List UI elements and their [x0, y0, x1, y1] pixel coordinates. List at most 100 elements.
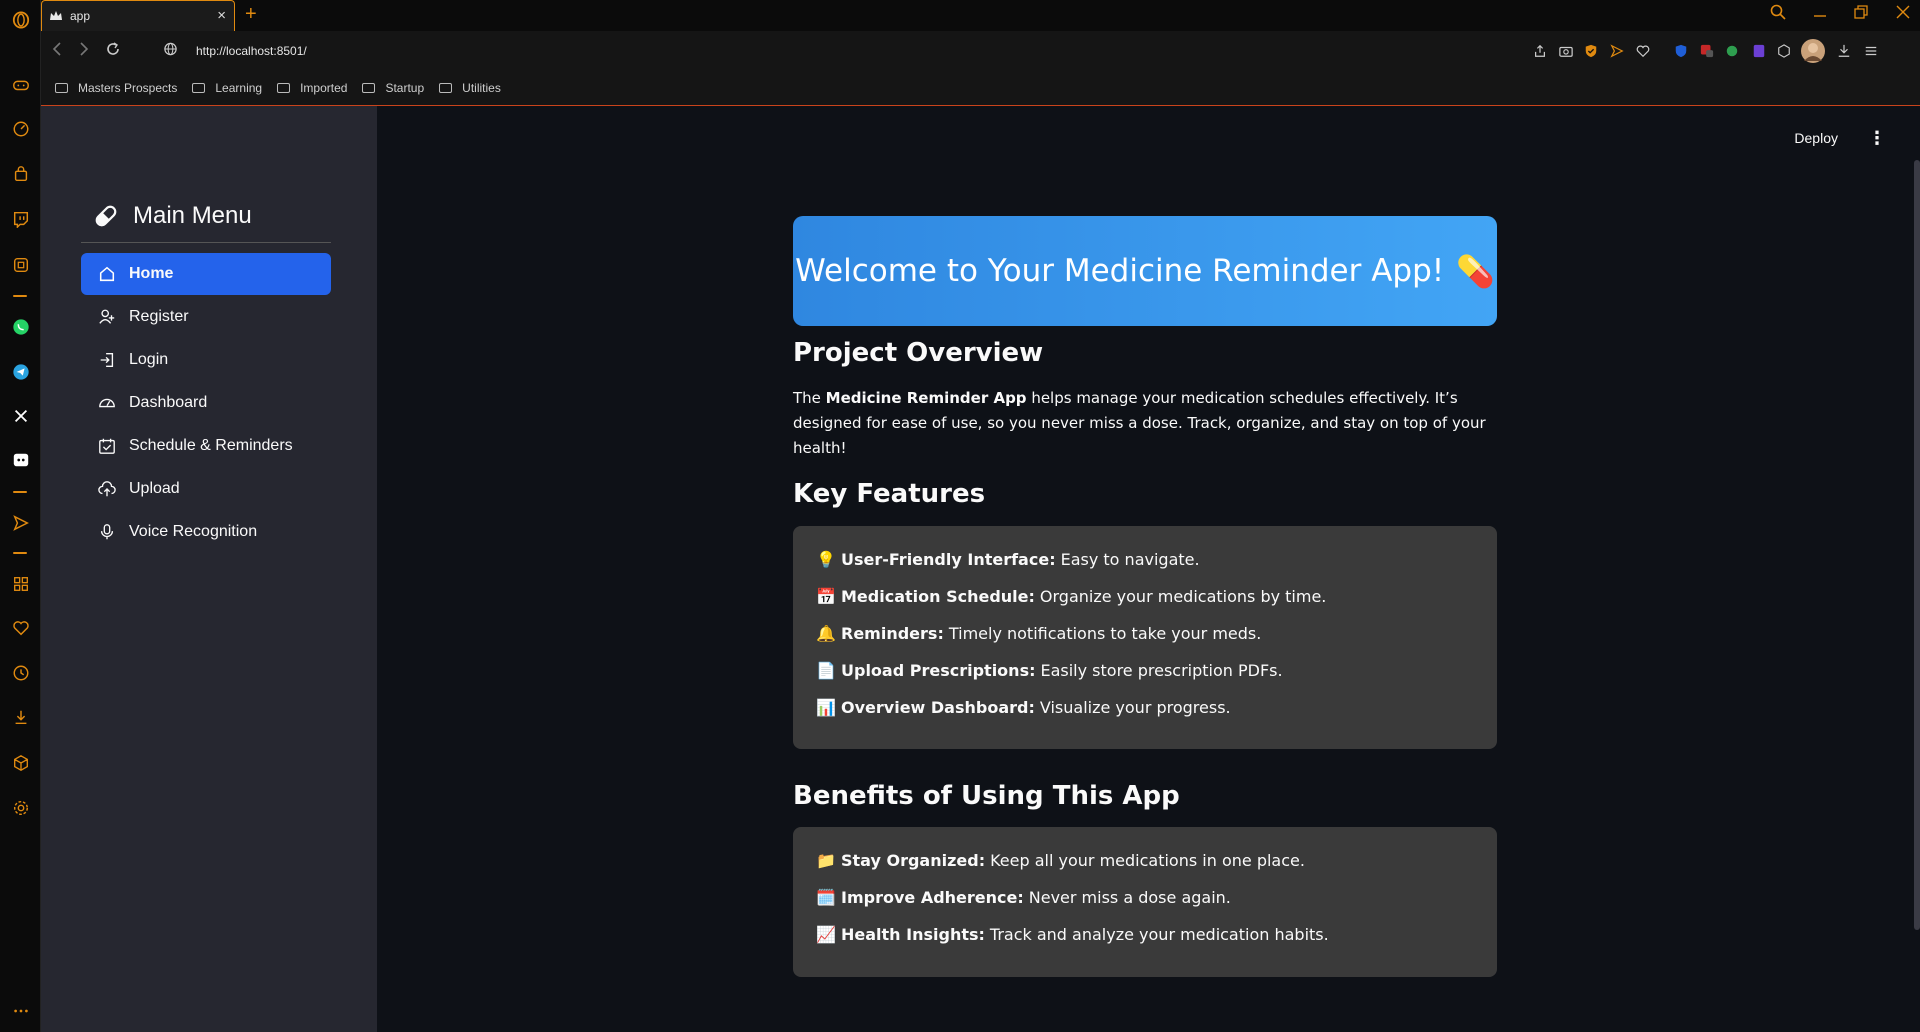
flow-send-icon[interactable] — [1609, 43, 1625, 59]
folder-icon — [362, 83, 376, 93]
feature-item: 🔔 Reminders: Timely notifications to take … — [815, 615, 1475, 652]
streamlit-crown-icon — [50, 11, 62, 20]
speedometer-icon — [97, 393, 117, 413]
scrollbar[interactable] — [1914, 160, 1920, 930]
send-icon[interactable] — [10, 512, 31, 533]
sidebar-item-label: Voice Recognition — [129, 523, 258, 540]
sidebar-item-upload[interactable]: Upload — [81, 468, 331, 510]
browser-tab[interactable]: app × — [41, 0, 235, 31]
benefit-item: 📈 Health Insights: Track and analyze your … — [815, 916, 1475, 953]
sidebar-item-home[interactable]: Home — [81, 253, 331, 295]
overview-text-prefix: The — [793, 389, 826, 407]
history-clock-icon[interactable] — [10, 662, 31, 683]
whatsapp-icon[interactable] — [10, 316, 31, 337]
feature-text: Timely notifications to take your meds. — [948, 624, 1262, 643]
extension-badge-icon[interactable] — [1699, 43, 1715, 59]
x-twitter-icon[interactable] — [10, 405, 31, 426]
new-tab-button[interactable]: + — [245, 3, 257, 26]
apps-grid-icon[interactable] — [10, 573, 31, 594]
feature-text: Organize your medications by time. — [1039, 587, 1327, 606]
extension-purple-icon[interactable] — [1751, 43, 1767, 59]
sidebar-item-schedule[interactable]: Schedule & Reminders — [81, 425, 331, 467]
settings-gear-icon[interactable] — [10, 797, 31, 818]
forward-icon[interactable] — [78, 41, 90, 57]
features-heading: Key Features — [793, 479, 986, 509]
overview-app-name: Medicine Reminder App — [825, 389, 1027, 407]
folder-icon — [277, 83, 291, 93]
sidebar: Main Menu Home Register Login Dashboard … — [41, 106, 377, 1032]
gamepad-icon[interactable] — [10, 74, 31, 95]
discord-icon[interactable] — [10, 449, 31, 470]
speedometer-icon[interactable] — [10, 118, 31, 139]
feature-emoji-icon: 📅 — [816, 587, 836, 606]
extensions-cube-icon[interactable] — [1776, 43, 1792, 59]
main-menu-icon[interactable]: ⋮ — [1868, 128, 1886, 149]
welcome-title: Welcome to Your Medicine Reminder App! — [795, 253, 1445, 289]
twitch-icon[interactable] — [10, 208, 31, 229]
cube-icon[interactable] — [10, 752, 31, 773]
close-tab-icon[interactable]: × — [217, 7, 226, 25]
shield-icon[interactable] — [1583, 43, 1599, 59]
benefit-item: 🗓️ Improve Adherence: Never miss a dose ag… — [815, 879, 1475, 916]
menu-header: Main Menu — [93, 202, 252, 230]
house-icon — [97, 264, 117, 284]
folder-icon — [439, 83, 453, 93]
feature-item: 📊 Overview Dashboard: Visualize your progr… — [815, 689, 1475, 726]
box-arrow-in-right-icon — [97, 350, 117, 370]
more-icon[interactable] — [10, 1000, 31, 1021]
opera-logo-icon[interactable] — [10, 9, 31, 30]
search-icon[interactable] — [1770, 4, 1786, 20]
downloads-icon[interactable] — [1836, 43, 1852, 59]
benefits-card: 📁 Stay Organized: Keep all your medication… — [793, 827, 1497, 977]
bookmark-folder[interactable]: Imported — [277, 81, 347, 95]
bookmark-folder[interactable]: Masters Prospects — [55, 81, 177, 95]
benefit-text: Track and analyze your medication habits… — [989, 925, 1329, 944]
reload-icon[interactable] — [105, 41, 121, 57]
bookmarks-bar: Masters Prospects Learning Imported Star… — [41, 71, 1920, 105]
sidebar-item-dashboard[interactable]: Dashboard — [81, 382, 331, 424]
feature-text: Visualize your progress. — [1039, 698, 1231, 717]
benefit-emoji-icon: 🗓️ — [816, 888, 836, 907]
bookmark-label: Masters Prospects — [78, 81, 178, 95]
sidebar-item-register[interactable]: Register — [81, 296, 331, 338]
extension-shield-icon[interactable] — [1673, 43, 1689, 59]
feature-title: Reminders: — [841, 624, 944, 643]
extension-leaf-icon[interactable] — [1724, 43, 1740, 59]
profile-avatar[interactable] — [1801, 39, 1825, 63]
benefit-text: Never miss a dose again. — [1028, 888, 1231, 907]
easy-setup-menu-icon[interactable] — [1863, 43, 1879, 59]
sidebar-item-voice[interactable]: Voice Recognition — [81, 511, 331, 553]
sidebar-item-label: Register — [129, 308, 189, 325]
feature-text: Easy to navigate. — [1060, 550, 1200, 569]
close-window-icon[interactable] — [1896, 4, 1910, 20]
minimize-icon[interactable] — [1813, 4, 1827, 20]
crypto-wallet-icon[interactable] — [10, 254, 31, 275]
benefit-title: Improve Adherence: — [841, 888, 1024, 907]
deploy-button[interactable]: Deploy — [1794, 130, 1838, 146]
bookmark-folder[interactable]: Utilities — [439, 81, 501, 95]
share-icon[interactable] — [1532, 43, 1548, 59]
benefit-emoji-icon: 📁 — [816, 851, 836, 870]
bookmark-heart-icon[interactable] — [1635, 43, 1651, 59]
feature-title: Upload Prescriptions: — [841, 661, 1036, 680]
url-field[interactable]: http://localhost:8501/ — [196, 44, 307, 58]
bag-icon[interactable] — [10, 163, 31, 184]
benefit-text: Keep all your medications in one place. — [990, 851, 1305, 870]
sidebar-item-login[interactable]: Login — [81, 339, 331, 381]
restore-icon[interactable] — [1854, 4, 1868, 20]
mic-icon — [97, 522, 117, 542]
benefit-title: Stay Organized: — [841, 851, 986, 870]
bookmark-folder[interactable]: Startup — [362, 81, 424, 95]
feature-text: Easily store prescription PDFs. — [1040, 661, 1283, 680]
bookmark-label: Imported — [300, 81, 348, 95]
camera-icon[interactable] — [1558, 43, 1574, 59]
telegram-icon[interactable] — [10, 361, 31, 382]
back-icon[interactable] — [51, 41, 63, 57]
feature-emoji-icon: 📊 — [816, 698, 836, 717]
bookmark-label: Startup — [385, 81, 425, 95]
bookmark-folder[interactable]: Learning — [192, 81, 262, 95]
feature-emoji-icon: 🔔 — [816, 624, 836, 643]
feature-title: Overview Dashboard: — [841, 698, 1035, 717]
download-icon[interactable] — [10, 706, 31, 727]
heart-icon[interactable] — [10, 617, 31, 638]
